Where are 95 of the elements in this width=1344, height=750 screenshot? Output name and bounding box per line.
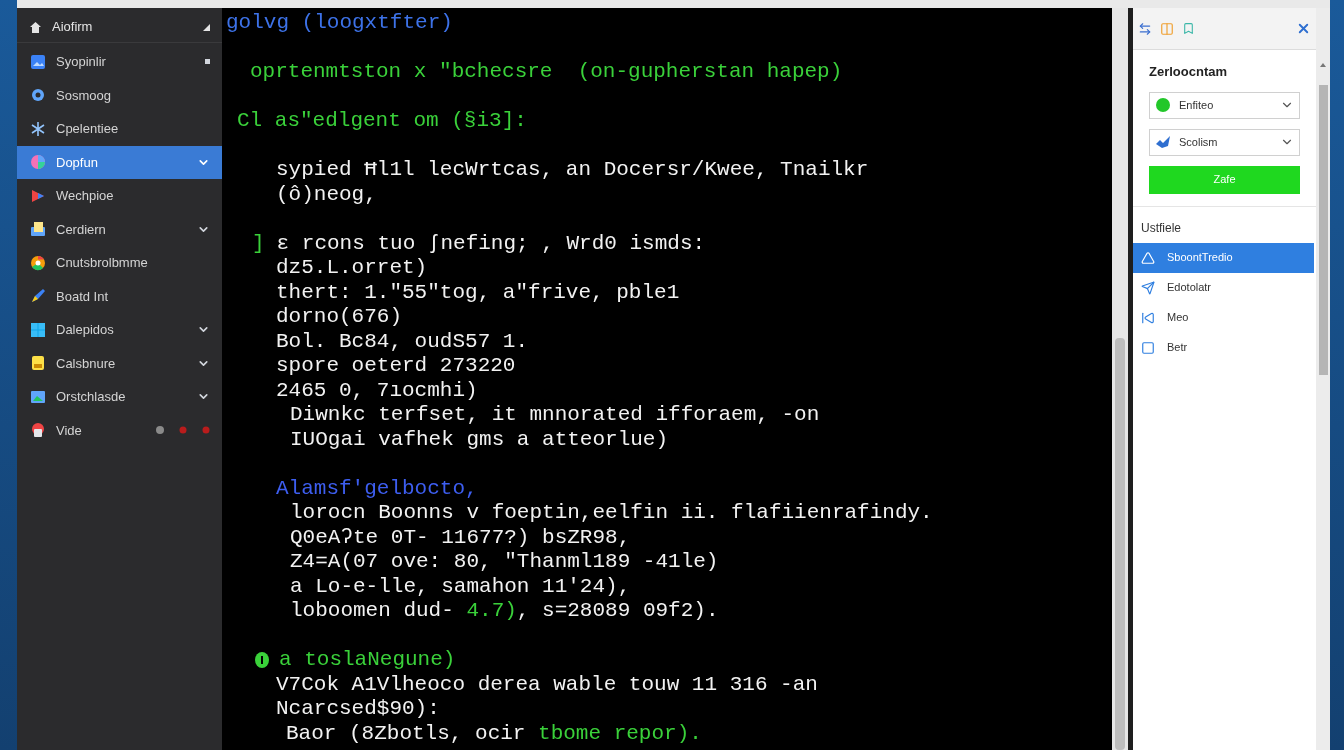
- sidebar-item[interactable]: Syopinlir: [17, 45, 222, 79]
- sidebar-label: Wechpioe: [56, 187, 115, 205]
- picture-frame-icon: [30, 388, 46, 405]
- sidebar-title: Aiofirm: [52, 18, 94, 37]
- terminal-output: Cl as"edlgent om (§i3]:: [237, 109, 527, 134]
- list-item[interactable]: Meo: [1133, 302, 1314, 333]
- list-label: Betr: [1167, 340, 1188, 356]
- highlighted-output: tbome repor).: [538, 721, 702, 746]
- sidebar-item[interactable]: Sosmoog: [17, 78, 222, 112]
- check-icon: [1155, 135, 1171, 149]
- list-label: Meo: [1167, 310, 1189, 326]
- terminal-output: lorocn Boonns v foeptin,eelfin ii. flafiienrafindy.: [290, 501, 933, 526]
- terminal-output: dz5.L.orret): [276, 256, 428, 281]
- scrollbar[interactable]: [1112, 8, 1128, 750]
- terminal-output: Diwnkc terfset, it mnnorated ifforaem, -on: [290, 403, 820, 428]
- sidebar-item[interactable]: Vide: [17, 413, 222, 447]
- sidebar-label: Cpelentiee: [56, 120, 120, 138]
- grid-icon: [30, 321, 46, 338]
- terminal-output: a Lo-e-lle, samahon 11'24),: [290, 574, 631, 599]
- sidebar-item[interactable]: Calsbnure: [17, 346, 222, 380]
- terminal-output: loboomen dud-: [290, 599, 455, 624]
- sidebar-item[interactable]: Dopfun: [17, 145, 222, 179]
- square-icon: [1141, 340, 1155, 355]
- home-icon: [29, 20, 42, 34]
- highlighted-output: ]: [252, 231, 265, 256]
- status-dots-icon: [156, 426, 210, 435]
- sidebar-label: Vide: [56, 421, 83, 440]
- play-icon: [30, 187, 46, 204]
- pen-icon: [30, 288, 46, 305]
- list-title: Ustfiele: [1140, 219, 1182, 237]
- command-line: golvg (loogxtfter): [226, 11, 453, 36]
- sidebar-label: Syopinlir: [56, 53, 107, 71]
- sidebar-label: Cerdiern: [56, 220, 107, 239]
- terminal-output: IUOgai vafhek gms a atteorlue): [290, 427, 669, 452]
- list-item[interactable]: SboontTredio: [1133, 242, 1314, 273]
- sidebar-item[interactable]: Cnutsbrolbmme: [17, 246, 222, 280]
- terminal-output: a toslaNegune): [279, 648, 456, 673]
- sidebar-label: Sosmoog: [56, 86, 112, 105]
- close-icon[interactable]: [1296, 21, 1311, 36]
- terminal-output: dorno(676): [276, 305, 403, 330]
- terminal-output: ɛ rcons tuo ʃnefing; , Wrd0 ismds:: [276, 231, 706, 256]
- info-circle-icon: [255, 652, 269, 669]
- terminal-output: thert: 1."55"tog, a"frive, pble1: [276, 280, 680, 305]
- terminal-output: Ncarcsed$90):: [276, 697, 440, 722]
- scrollbar[interactable]: [1316, 8, 1330, 750]
- pinwheel-icon: [30, 154, 46, 171]
- dropdown[interactable]: Scolism: [1149, 128, 1300, 156]
- terminal-output: spore oeterd 273220: [276, 354, 516, 379]
- document-icon: [30, 355, 46, 372]
- sidebar-label: Dopfun: [56, 153, 99, 172]
- terminal-output: Z4=A(07 ove: 80, "Thanml189 -41le): [290, 550, 719, 575]
- scrollbar-thumb[interactable]: [1318, 85, 1328, 375]
- panel-title: Zerloocntam: [1148, 63, 1228, 81]
- folder-icon: [30, 221, 46, 238]
- dropdown-value: Scolism: [1179, 134, 1219, 150]
- highlighted-output: 4.7): [466, 599, 517, 624]
- terminal-output: V7Cok A1Vlheoco derea wable touw 11 316 -an: [276, 672, 818, 697]
- sidebar-item[interactable]: Dalepidos: [17, 313, 222, 347]
- star-icon: [30, 120, 46, 137]
- terminal-output: oprtenmtston x "bchecsre (on-gupherstan hapep): [250, 60, 843, 85]
- terminal-output: Alamsf'gelbocto,: [276, 476, 478, 501]
- dropdown-value: Enfiteo: [1179, 97, 1215, 113]
- sidebar-item[interactable]: Boatd Int: [17, 279, 222, 313]
- swap-icon[interactable]: [1138, 21, 1152, 36]
- terminal-output: (ô)neog,: [276, 182, 377, 207]
- sidebar-item[interactable]: Cpelentiee: [17, 112, 222, 146]
- columns-icon[interactable]: [1160, 21, 1174, 36]
- scroll-up-icon[interactable]: [1320, 63, 1326, 67]
- skip-back-icon: [1141, 310, 1155, 325]
- terminal-output: Q0eAʔte 0T- 11677?) bsZR98,: [290, 525, 631, 550]
- sidebar-item[interactable]: Cerdiern: [17, 212, 222, 246]
- blob-icon: [1155, 97, 1171, 113]
- list-item[interactable]: Edotolatr: [1133, 272, 1314, 303]
- list-item[interactable]: Betr: [1133, 332, 1314, 363]
- sidebar-item[interactable]: Wechpioe: [17, 179, 222, 213]
- scrollbar-thumb[interactable]: [1115, 338, 1125, 750]
- terminal-output: 2465 0, 7ıocmhi): [276, 378, 478, 403]
- sidebar-label: Cnutsbrolbmme: [56, 254, 149, 272]
- sidebar-item[interactable]: Orstchlasde: [17, 380, 222, 414]
- sidebar-label: Boatd Int: [56, 287, 110, 306]
- send-icon: [1141, 280, 1155, 295]
- terminal-output: Baor (8Zbotls, ocir: [286, 721, 527, 746]
- terminal-output: sypied Ħl1l lecWrtcas, an Docersr/Kwee, Tnailkr: [276, 158, 869, 183]
- terminal-output: , s=28089 09f2).: [516, 599, 719, 624]
- corner-arrow-icon: [203, 23, 210, 31]
- sidebar-label: Calsbnure: [56, 354, 117, 373]
- sidebar-label: Dalepidos: [56, 321, 115, 339]
- dropdown[interactable]: Enfiteo: [1149, 91, 1300, 119]
- bookmark-icon[interactable]: [1182, 22, 1195, 35]
- list-label: Edotolatr: [1167, 280, 1212, 296]
- terminal-output: Bol. Bc84, oudS57 1.: [276, 329, 529, 354]
- image-icon: [30, 53, 46, 70]
- sidebar-label: Orstchlasde: [56, 388, 127, 406]
- triangle-icon: [1141, 250, 1155, 265]
- list-label: SboontTredio: [1167, 250, 1233, 266]
